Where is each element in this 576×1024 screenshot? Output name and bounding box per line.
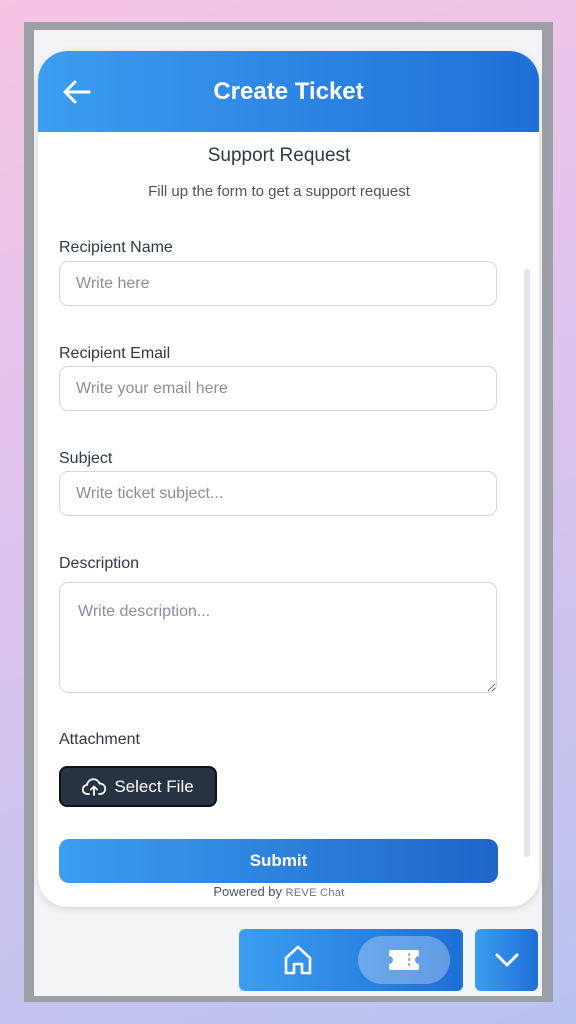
description-textarea[interactable]: [59, 582, 497, 693]
form-heading: Support Request: [207, 145, 351, 166]
ticket-widget: Create Ticket Support Request Fill up th…: [38, 51, 539, 907]
collapse-button[interactable]: [475, 929, 538, 991]
ticket-icon: [389, 950, 419, 970]
submit-button[interactable]: Submit: [59, 839, 498, 883]
form-subtitle: Fill up the form to get a support reques…: [148, 183, 410, 200]
home-icon: [284, 945, 312, 975]
brand-logo: REVE Chat: [285, 887, 345, 899]
powered-by: Powered by REVE Chat: [38, 884, 520, 899]
header: Create Ticket: [38, 51, 539, 132]
attachment-label: Attachment: [59, 731, 140, 748]
recipient-email-input[interactable]: [59, 366, 497, 411]
recipient-name-label: Recipient Name: [59, 239, 173, 256]
select-file-button[interactable]: Select File: [59, 766, 217, 807]
subject-label: Subject: [59, 450, 113, 467]
cloud-upload-icon: [82, 777, 107, 796]
recipient-email-label: Recipient Email: [59, 345, 171, 362]
recipient-name-input[interactable]: [59, 261, 497, 306]
home-button[interactable]: [279, 942, 317, 978]
scrollbar[interactable]: [524, 269, 530, 857]
ticket-button[interactable]: [358, 936, 450, 984]
description-label: Description: [59, 555, 140, 572]
subject-input[interactable]: [59, 471, 497, 516]
select-file-label: Select File: [114, 776, 194, 796]
page-title: Create Ticket: [213, 78, 364, 105]
powered-by-text: Powered by: [213, 884, 283, 899]
bottom-nav: [239, 929, 463, 991]
chevron-down-icon: [495, 953, 518, 967]
